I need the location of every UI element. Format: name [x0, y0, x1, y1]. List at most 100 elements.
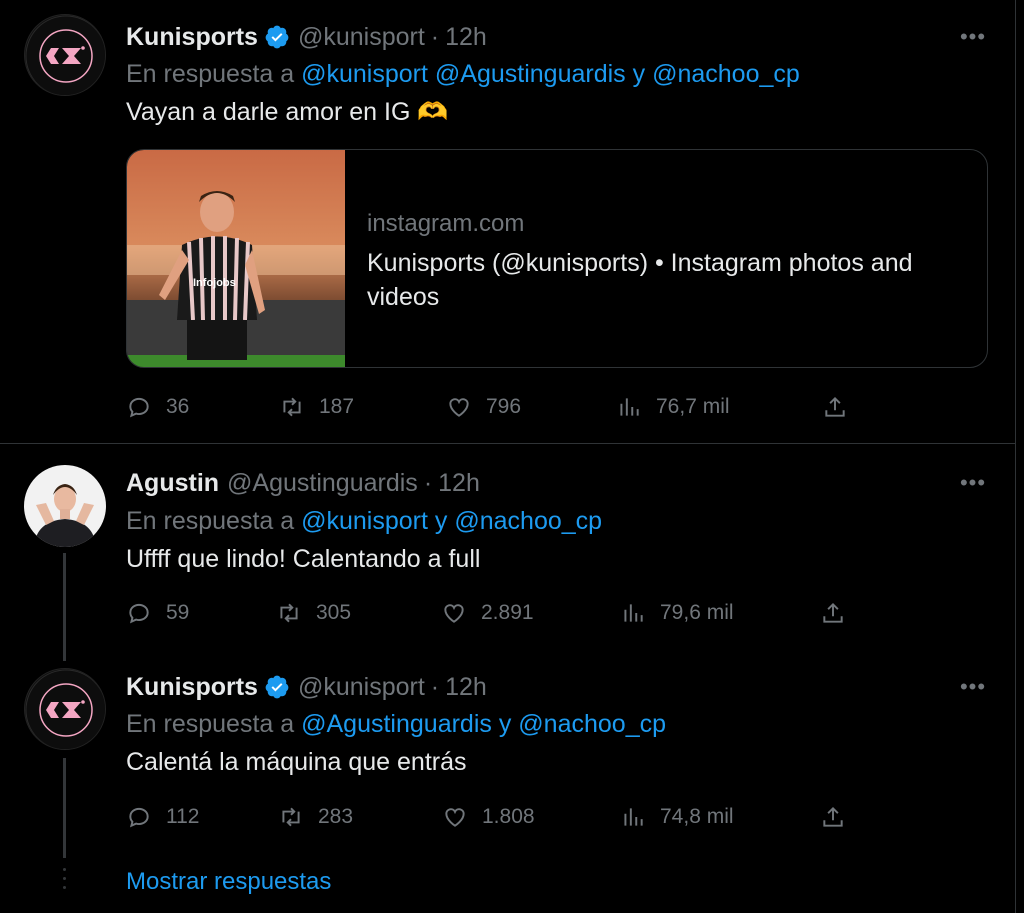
share-icon	[825, 396, 845, 417]
reply-prefix: En respuesta a	[126, 60, 295, 88]
separator-dot: ·	[430, 672, 440, 701]
views-button[interactable]: 79,6 mil	[620, 598, 734, 628]
reply-icon	[129, 397, 149, 418]
author-name[interactable]: Kunisports	[126, 23, 258, 52]
card-title: Kunisports (@kunisports) • Instagram pho…	[367, 249, 913, 311]
tweet-header: Agustin @Agustinguardis · 12h	[126, 468, 480, 498]
retweet-count: 283	[318, 805, 354, 828]
mention-link[interactable]: @kunisport	[301, 507, 428, 535]
more-options-button[interactable]: •••	[958, 472, 988, 494]
author-handle[interactable]: @kunisport	[298, 673, 425, 702]
reply-count: 59	[166, 601, 190, 624]
verified-badge-icon	[265, 25, 289, 49]
author-handle[interactable]: @Agustinguardis	[227, 469, 418, 498]
tweet-actions: 112 283 1.808 74,8 mil	[126, 802, 866, 832]
avatar[interactable]	[24, 668, 106, 750]
timestamp[interactable]: 12h	[445, 23, 487, 52]
show-replies-link[interactable]: Mostrar respuestas	[126, 868, 331, 896]
timeline-border	[1015, 0, 1016, 913]
reply-icon	[129, 807, 149, 828]
views-button[interactable]: 76,7 mil	[616, 392, 730, 422]
reply-button[interactable]: 112	[126, 802, 199, 832]
view-count: 74,8 mil	[660, 805, 734, 828]
like-button[interactable]: 2.891	[441, 598, 534, 628]
separator-dot: ·	[423, 468, 433, 497]
retweet-count: 187	[319, 395, 355, 418]
view-count: 79,6 mil	[660, 601, 734, 624]
mention-link[interactable]: @nachoo_cp	[454, 507, 602, 535]
like-count: 796	[486, 395, 522, 418]
retweet-count: 305	[316, 601, 352, 624]
like-count: 1.808	[482, 805, 535, 828]
verified-badge-icon	[265, 675, 289, 699]
mention-link[interactable]: @kunisport	[301, 60, 428, 88]
reply-count: 112	[166, 805, 200, 828]
tweet-text: Uffff que lindo! Calentando a full	[126, 545, 481, 573]
kunisports-logo-icon	[25, 669, 105, 749]
tweet-text-content: Vayan a darle amor en IG	[126, 98, 411, 126]
thread-connector	[63, 758, 66, 858]
author-name[interactable]: Kunisports	[126, 673, 258, 702]
tweet-actions: 59 305 2.891 79,6 mil	[126, 598, 866, 628]
like-button[interactable]: 796	[446, 392, 521, 422]
avatar[interactable]	[24, 14, 106, 96]
retweet-button[interactable]: 187	[279, 392, 354, 422]
share-button[interactable]	[822, 392, 862, 422]
heart-hands-emoji: 🫶	[417, 98, 449, 126]
retweet-button[interactable]: 305	[276, 598, 351, 628]
reply-context: En respuesta a @Agustinguardis y @nachoo…	[126, 710, 666, 739]
retweet-button[interactable]: 283	[278, 802, 353, 832]
timestamp[interactable]: 12h	[445, 673, 487, 702]
jersey-sponsor-text: Infojobs	[193, 277, 236, 289]
agustin-profile-photo	[24, 465, 106, 547]
like-button[interactable]: 1.808	[442, 802, 535, 832]
heart-icon	[444, 604, 464, 623]
retweet-icon	[280, 603, 298, 623]
mention-link[interactable]: @nachoo_cp	[518, 710, 666, 738]
timestamp[interactable]: 12h	[438, 469, 480, 498]
tweet-text: Vayan a darle amor en IG 🫶	[126, 98, 449, 127]
heart-icon	[449, 398, 469, 417]
reply-prefix: En respuesta a	[126, 507, 295, 535]
tweet-text: Calentá la máquina que entrás	[126, 748, 467, 776]
views-button[interactable]: 74,8 mil	[620, 802, 734, 832]
mention-conjunction: y	[632, 60, 646, 88]
reply-icon	[129, 603, 149, 624]
retweet-icon	[282, 807, 300, 827]
view-count: 76,7 mil	[656, 395, 730, 418]
avatar[interactable]	[24, 465, 106, 547]
mention-conjunction: y	[434, 507, 448, 535]
retweet-icon	[283, 397, 301, 417]
share-icon	[823, 806, 843, 827]
card-thumbnail-image: Infojobs	[127, 150, 345, 367]
mention-conjunction: y	[498, 710, 512, 738]
reply-context: En respuesta a @kunisport y @nachoo_cp	[126, 507, 602, 536]
like-count: 2.891	[481, 601, 534, 624]
more-options-button[interactable]: •••	[958, 676, 988, 698]
views-chart-icon	[624, 604, 643, 622]
views-chart-icon	[624, 808, 643, 826]
reply-prefix: En respuesta a	[126, 710, 295, 738]
tweet-header: Kunisports @kunisport · 12h	[126, 672, 487, 702]
share-button[interactable]	[820, 802, 860, 832]
more-options-button[interactable]: •••	[958, 26, 988, 48]
reply-count: 36	[166, 395, 190, 418]
author-handle[interactable]: @kunisport	[298, 23, 425, 52]
kunisports-logo-icon	[25, 15, 105, 95]
mention-link[interactable]: @Agustinguardis	[301, 710, 492, 738]
reply-context: En respuesta a @kunisport @Agustinguardi…	[126, 60, 800, 89]
views-chart-icon	[620, 398, 639, 416]
reply-button[interactable]: 36	[126, 392, 189, 422]
mention-link[interactable]: @nachoo_cp	[652, 60, 800, 88]
tweet-divider	[0, 443, 1015, 444]
separator-dot: ·	[430, 22, 440, 51]
author-name[interactable]: Agustin	[126, 469, 219, 498]
heart-icon	[445, 808, 465, 827]
share-button[interactable]	[820, 598, 860, 628]
reply-button[interactable]: 59	[126, 598, 189, 628]
mention-link[interactable]: @Agustinguardis	[435, 60, 626, 88]
thread-connector	[63, 553, 66, 661]
share-icon	[823, 602, 843, 623]
link-card[interactable]: Infojobs instagram.com Kunisports (@kuni…	[126, 149, 988, 368]
thread-dots	[63, 868, 66, 895]
